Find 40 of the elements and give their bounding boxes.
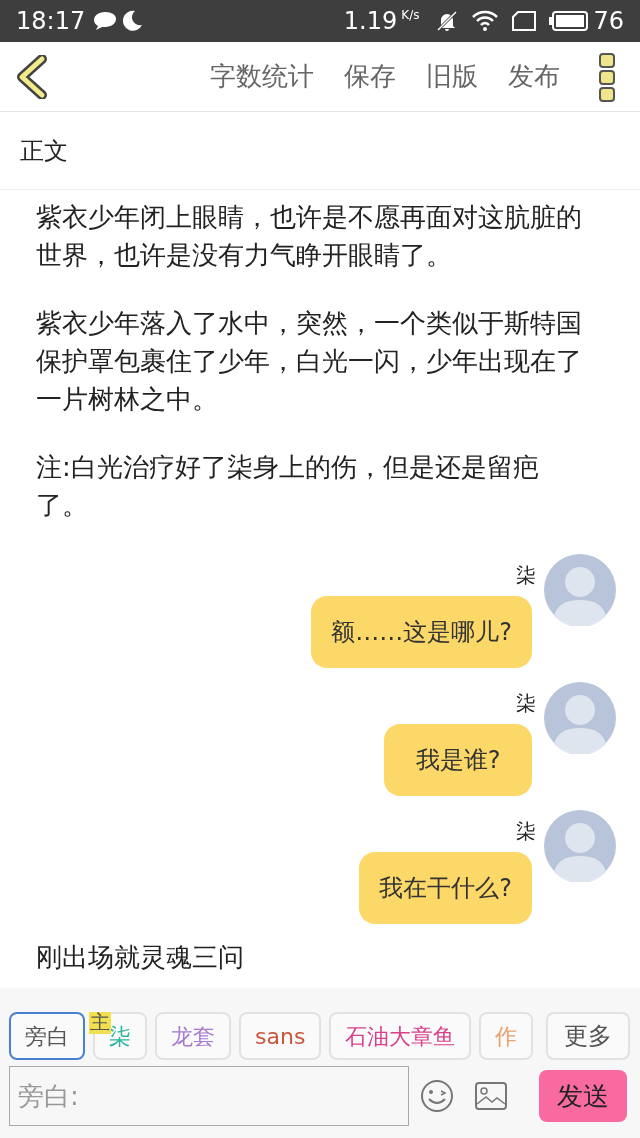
role-chip[interactable]: 石油大章鱼: [329, 1012, 472, 1060]
toolbar-action[interactable]: 字数统计: [210, 57, 314, 96]
paragraph: 紫衣少年落入了水中，突然，一个类似于斯特国保护罩包裹住了少年，白光一闪，少年出现在了一片树林之中。: [36, 307, 583, 416]
network-speed: 1.19: [343, 6, 398, 37]
send-button[interactable]: 发送: [539, 1070, 627, 1122]
muted-bell-icon: [435, 9, 460, 33]
toolbar-action[interactable]: 保存: [344, 57, 396, 96]
speaker-name: 柒: [516, 818, 536, 845]
chat-icon: [93, 11, 118, 31]
emoji-icon[interactable]: [420, 1079, 454, 1113]
image-icon[interactable]: [475, 1082, 507, 1110]
more-menu-icon[interactable]: [598, 51, 616, 102]
battery-level: 76: [593, 6, 624, 37]
sim-card-icon: [511, 10, 538, 32]
speed-unit: K/s: [401, 7, 420, 24]
section-title: 正文: [20, 135, 68, 167]
avatar: [544, 682, 616, 754]
avatar: [544, 554, 616, 626]
message-bubble: 额……这是哪儿?: [311, 596, 532, 668]
more-button[interactable]: 更多: [546, 1012, 630, 1060]
toolbar-action[interactable]: 发布: [508, 57, 560, 96]
paragraph: 注:白光治疗好了柒身上的伤，但是还是留疤了。: [36, 451, 540, 522]
clock: 18:17: [16, 6, 86, 37]
message-bubble: 我在干什么?: [359, 852, 532, 924]
toolbar-action[interactable]: 旧版: [426, 57, 478, 96]
main-role-badge: 主: [89, 1012, 111, 1034]
wifi-icon: [471, 9, 500, 33]
message-input[interactable]: 旁白:: [9, 1066, 409, 1126]
paragraph: 紫衣少年闭上眼睛，也许是不愿再面对这肮脏的世界，也许是没有力气睁开眼睛了。: [36, 201, 583, 272]
paragraph: 刚出场就灵魂三问: [36, 941, 245, 974]
avatar: [544, 810, 616, 882]
role-chip[interactable]: sans: [239, 1012, 322, 1060]
speaker-name: 柒: [516, 562, 536, 589]
moon-icon: [121, 10, 144, 32]
battery-icon: [549, 10, 590, 32]
role-chip[interactable]: 龙套: [155, 1012, 231, 1060]
role-chip[interactable]: 旁白: [9, 1012, 85, 1060]
back-icon[interactable]: [16, 54, 48, 99]
speaker-name: 柒: [516, 690, 536, 717]
message-bubble: 我是谁?: [384, 724, 532, 796]
